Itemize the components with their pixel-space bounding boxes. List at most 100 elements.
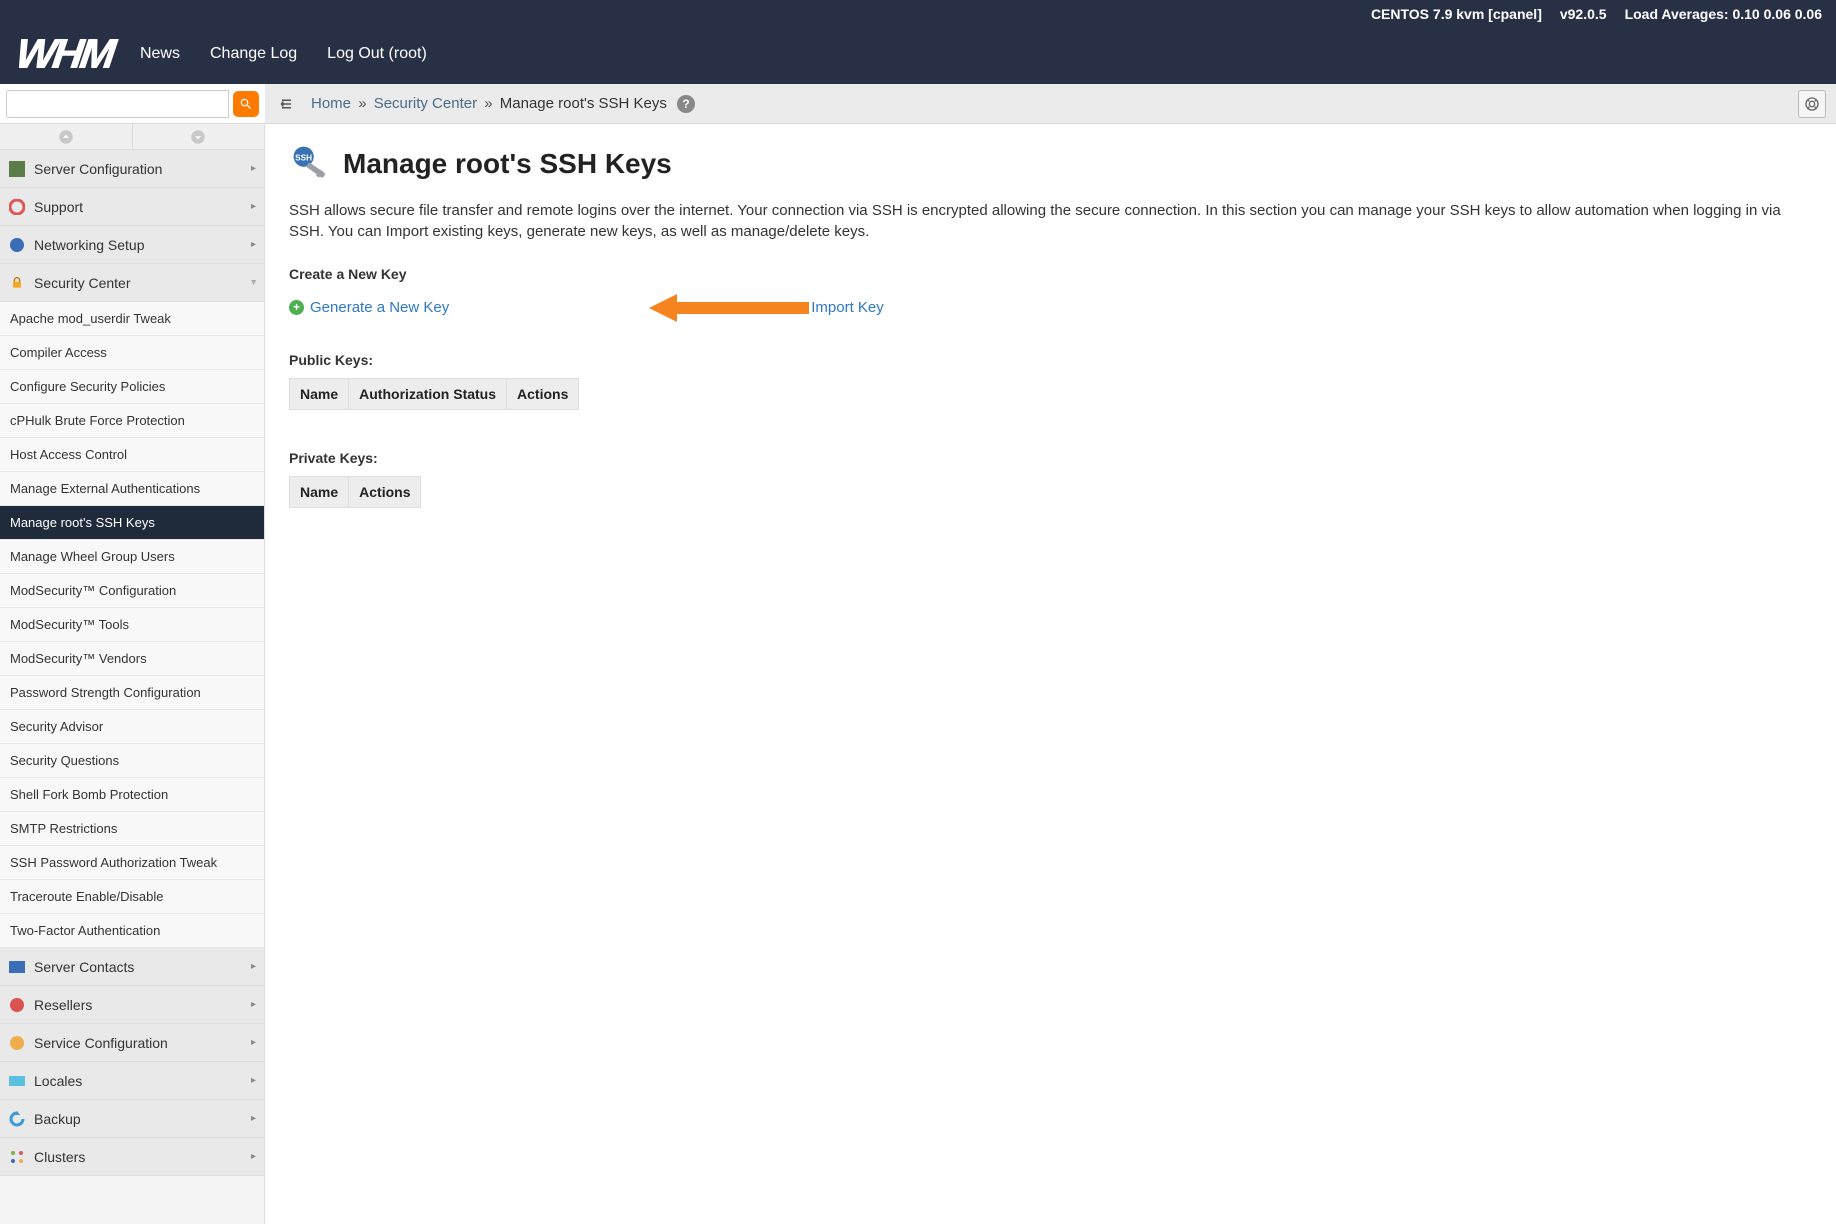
table-header-row: Name Authorization Status Actions <box>290 379 579 410</box>
sidebar-group-label: Server Contacts <box>34 959 134 975</box>
sidebar-item[interactable]: Password Strength Configuration <box>0 676 264 710</box>
sidebar-group[interactable]: Support ▸ <box>0 188 264 226</box>
group-icon <box>8 160 26 178</box>
private-keys-label: Private Keys: <box>289 450 1812 466</box>
menu-icon <box>279 95 297 113</box>
group-icon <box>8 958 26 976</box>
annotation-arrow-icon <box>649 292 809 324</box>
body: Server Configuration▸Support▸Networking … <box>0 124 1836 1224</box>
sidebar-group-label: Resellers <box>34 997 92 1013</box>
notifications-button[interactable] <box>1798 90 1826 118</box>
generate-new-key-link[interactable]: + Generate a New Key <box>289 299 449 316</box>
group-icon <box>8 996 26 1014</box>
public-keys-table: Name Authorization Status Actions <box>289 378 579 410</box>
sidebar-group-label: Service Configuration <box>34 1035 168 1051</box>
group-icon <box>8 236 26 254</box>
sidebar-group[interactable]: Server Contacts ▸ <box>0 948 264 986</box>
col-name: Name <box>290 379 349 410</box>
chevron-icon: ▸ <box>251 1113 256 1124</box>
search-button[interactable] <box>233 91 259 117</box>
col-actions: Actions <box>349 477 421 508</box>
sidebar-item[interactable]: Configure Security Policies <box>0 370 264 404</box>
sidebar-item[interactable]: Apache mod_userdir Tweak <box>0 302 264 336</box>
search-icon <box>239 97 253 111</box>
chevron-icon: ▸ <box>251 961 256 972</box>
sidebar-collapse-down[interactable] <box>133 124 265 149</box>
sidebar-item[interactable]: Two-Factor Authentication <box>0 914 264 948</box>
sidebar: Server Configuration▸Support▸Networking … <box>0 124 265 1224</box>
chevron-icon: ▸ <box>248 280 259 285</box>
sidebar-item[interactable]: Compiler Access <box>0 336 264 370</box>
chevron-icon: ▸ <box>251 999 256 1010</box>
create-key-label: Create a New Key <box>289 266 1812 282</box>
sidebar-group[interactable]: Resellers ▸ <box>0 986 264 1024</box>
table-header-row: Name Actions <box>290 477 421 508</box>
sidebar-item[interactable]: ModSecurity™ Configuration <box>0 574 264 608</box>
breadcrumb-current: Manage root's SSH Keys <box>500 95 667 112</box>
sidebar-item[interactable]: Manage root's SSH Keys <box>0 506 264 540</box>
sidebar-collapse-up[interactable] <box>0 124 133 149</box>
sidebar-group[interactable]: Clusters ▸ <box>0 1138 264 1176</box>
generate-new-key-label: Generate a New Key <box>310 299 449 316</box>
chevron-icon: ▸ <box>251 1037 256 1048</box>
header-nav: WHM News Change Log Log Out (root) <box>0 24 1836 84</box>
sidebar-item[interactable]: Manage Wheel Group Users <box>0 540 264 574</box>
chevron-icon: ▸ <box>251 201 256 212</box>
page-intro: SSH allows secure file transfer and remo… <box>289 200 1812 242</box>
group-icon <box>8 1148 26 1166</box>
header-status-bar: CENTOS 7.9 kvm [cpanel] v92.0.5 Load Ave… <box>0 0 1836 24</box>
sidebar-item[interactable]: SMTP Restrictions <box>0 812 264 846</box>
breadcrumb-sep: » <box>358 95 366 112</box>
nav-logout[interactable]: Log Out (root) <box>327 45 427 63</box>
public-keys-label: Public Keys: <box>289 352 1812 368</box>
breadcrumb: Home » Security Center » Manage root's S… <box>311 95 695 113</box>
key-actions: + Generate a New Key Import Key <box>289 292 1812 322</box>
sidebar-item[interactable]: Security Advisor <box>0 710 264 744</box>
sidebar-item[interactable]: Host Access Control <box>0 438 264 472</box>
sidebar-group-label: Support <box>34 199 83 215</box>
key-icon <box>789 299 805 315</box>
lifebuoy-icon <box>1804 96 1820 112</box>
sidebar-group[interactable]: Networking Setup▸ <box>0 226 264 264</box>
version-info: v92.0.5 <box>1560 6 1607 22</box>
chevron-icon: ▸ <box>251 163 256 174</box>
sidebar-group-security-center[interactable]: Security Center ▸ <box>0 264 264 302</box>
sidebar-item[interactable]: SSH Password Authorization Tweak <box>0 846 264 880</box>
chevron-icon: ▸ <box>251 239 256 250</box>
sidebar-group[interactable]: Locales▸ <box>0 1062 264 1100</box>
sidebar-group[interactable]: Service Configuration ▸ <box>0 1024 264 1062</box>
breadcrumb-section[interactable]: Security Center <box>374 95 477 112</box>
chevron-down-icon <box>189 128 207 146</box>
sidebar-item[interactable]: Manage External Authentications <box>0 472 264 506</box>
sidebar-item[interactable]: cPHulk Brute Force Protection <box>0 404 264 438</box>
app-header: CENTOS 7.9 kvm [cpanel] v92.0.5 Load Ave… <box>0 0 1836 84</box>
sidebar-collapse-row <box>0 124 264 150</box>
ssh-key-icon: SSH <box>289 142 333 186</box>
sidebar-toggle[interactable] <box>275 91 301 117</box>
search-container <box>0 84 265 123</box>
chevron-icon: ▸ <box>251 1151 256 1162</box>
whm-logo: WHM <box>13 30 116 78</box>
import-key-link[interactable]: Import Key <box>789 299 884 316</box>
help-icon[interactable]: ? <box>677 95 695 113</box>
sidebar-item[interactable]: Traceroute Enable/Disable <box>0 880 264 914</box>
load-averages: Load Averages: 0.10 0.06 0.06 <box>1625 6 1822 22</box>
sidebar-item[interactable]: Security Questions <box>0 744 264 778</box>
page-title: Manage root's SSH Keys <box>343 148 672 180</box>
sidebar-group-label: Clusters <box>34 1149 85 1165</box>
search-input[interactable] <box>6 90 229 118</box>
sidebar-item[interactable]: Shell Fork Bomb Protection <box>0 778 264 812</box>
sidebar-item[interactable]: ModSecurity™ Vendors <box>0 642 264 676</box>
breadcrumb-home[interactable]: Home <box>311 95 351 112</box>
group-icon <box>8 1110 26 1128</box>
nav-changelog[interactable]: Change Log <box>210 45 297 63</box>
col-name: Name <box>290 477 349 508</box>
import-key-label: Import Key <box>811 299 884 316</box>
nav-news[interactable]: News <box>140 45 180 63</box>
sidebar-item[interactable]: ModSecurity™ Tools <box>0 608 264 642</box>
os-info: CENTOS 7.9 kvm [cpanel] <box>1371 6 1542 22</box>
sidebar-group-label: Security Center <box>34 275 130 291</box>
sidebar-group[interactable]: Server Configuration▸ <box>0 150 264 188</box>
sidebar-group[interactable]: Backup▸ <box>0 1100 264 1138</box>
title-row: SSH Manage root's SSH Keys <box>289 142 1812 186</box>
